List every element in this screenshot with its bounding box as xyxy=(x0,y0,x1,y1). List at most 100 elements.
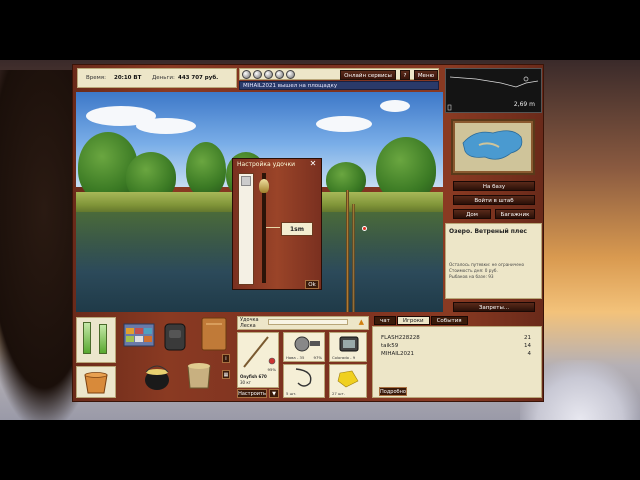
location-line: Осталось путевки: не ограничено xyxy=(449,262,525,267)
time-label: Время: xyxy=(86,75,106,81)
depth-value: 1sm xyxy=(281,222,313,236)
scrollbar-thumb[interactable] xyxy=(241,176,251,186)
list-item[interactable]: FLASH228228 21 xyxy=(381,335,531,341)
letterbox-bottom xyxy=(0,420,640,480)
configure-dropdown-arrow[interactable]: ▼ xyxy=(269,389,279,398)
time-value: 20:10 ВТ xyxy=(114,75,142,81)
configure-button[interactable]: Настроить xyxy=(237,389,267,398)
bait-bag-icon[interactable] xyxy=(182,358,216,392)
player-count: 4 xyxy=(527,351,532,357)
status-dot-icon[interactable] xyxy=(253,70,262,79)
details-button[interactable]: Подробно xyxy=(379,387,407,396)
corn-bait-icon xyxy=(337,370,359,388)
right-column: 2,69 m На базу Войти в штаб Дом Багажник… xyxy=(445,68,542,312)
hook-count: 5 шт. xyxy=(286,391,297,396)
game-window: Время: 20:10 ВТ Деньги: 443 707 руб. Онл… xyxy=(72,64,544,402)
tackle-box-icon[interactable] xyxy=(122,320,156,350)
online-services-button[interactable]: Онлайн сервисы xyxy=(340,70,396,80)
hook-icon xyxy=(295,368,312,387)
status-dot-icon[interactable] xyxy=(286,70,295,79)
top-toolbar: Онлайн сервисы ? Меню xyxy=(239,68,439,80)
warning-icon: ▲ xyxy=(358,318,364,326)
status-dots xyxy=(242,70,295,79)
cloud xyxy=(380,100,410,112)
keepnet-pot-icon[interactable] xyxy=(140,358,174,392)
bobber-icon xyxy=(362,226,367,231)
lake-map[interactable] xyxy=(451,119,535,175)
line-name: Colorado - 9 xyxy=(332,355,356,360)
fishing-rod-icon xyxy=(352,204,355,312)
reel-name: Нова - 35 xyxy=(286,355,305,360)
reel-slot[interactable]: Нова - 35 97% xyxy=(283,332,325,362)
location-title: Озеро. Ветреный плес xyxy=(449,228,527,235)
chat-tabs: чат Игроки События xyxy=(374,316,468,325)
bans-button[interactable]: Запреты... xyxy=(453,302,535,312)
player-name: taik59 xyxy=(381,343,399,349)
fishing-scene[interactable]: Настройка удочки ✕ 1sm Ok xyxy=(76,92,443,312)
hook-slot[interactable]: 5 шт. xyxy=(283,364,325,398)
dialog-list[interactable] xyxy=(238,173,254,285)
help-button[interactable]: ? xyxy=(400,70,410,80)
status-meters xyxy=(76,317,116,363)
location-line: Стоимость дня: 0 руб. xyxy=(449,268,498,273)
line-spool-icon xyxy=(339,336,359,352)
list-item[interactable]: MIHAIL2021 4 xyxy=(381,351,531,357)
screen: Время: 20:10 ВТ Деньги: 443 707 руб. Онл… xyxy=(0,0,640,480)
tab-events[interactable]: События xyxy=(430,316,468,325)
reel-icon xyxy=(294,336,320,352)
health-meter xyxy=(99,324,107,354)
player-count: 14 xyxy=(524,343,531,349)
ok-button[interactable]: Ok xyxy=(305,280,319,289)
money-label: Деньги: xyxy=(152,75,175,81)
status-message: MIHAIL2021 вышел на площадку xyxy=(239,81,439,90)
reel-pct: 97% xyxy=(313,355,322,360)
rod-sub-label: Леска xyxy=(240,323,256,329)
rod-slot[interactable]: 95% Onyfish 670 30 кг xyxy=(237,332,279,388)
weight-meter xyxy=(83,322,91,354)
bucket-slot[interactable] xyxy=(76,366,116,398)
depth-marker xyxy=(266,227,280,228)
book-icon[interactable] xyxy=(198,316,230,352)
float-icon[interactable] xyxy=(259,179,269,193)
inventory: i ▦ xyxy=(120,314,235,398)
status-dot-icon[interactable] xyxy=(264,70,273,79)
rod-weight: 30 кг xyxy=(240,380,251,385)
status-dot-icon[interactable] xyxy=(275,70,284,79)
close-icon[interactable]: ✕ xyxy=(309,160,317,168)
players-list: FLASH228228 21 taik59 14 MIHAIL2021 4 По… xyxy=(372,326,542,398)
bait-count: 27 шт. xyxy=(332,391,345,396)
bottom-hud: i ▦ Удочка Леска ▲ 95% Onyfish 670 30 кг… xyxy=(76,314,542,400)
menu-button[interactable]: Меню xyxy=(414,70,438,80)
list-item[interactable]: taik59 14 xyxy=(381,343,531,349)
rod-name: Onyfish 670 xyxy=(240,374,267,379)
location-line: Рыбаков на базе: 93 xyxy=(449,274,494,279)
player-count: 21 xyxy=(524,335,531,341)
players-panel: чат Игроки События FLASH228228 21 taik59… xyxy=(372,316,542,398)
home-button[interactable]: Дом xyxy=(453,209,491,219)
player-name: MIHAIL2021 xyxy=(381,351,414,357)
tab-chat[interactable]: чат xyxy=(374,316,396,325)
depth-readout: 2,69 m xyxy=(513,101,535,108)
depth-sonar-panel: 2,69 m xyxy=(445,68,542,113)
rod-pct: 95% xyxy=(267,367,276,372)
tackle-header: Удочка Леска ▲ xyxy=(237,316,369,330)
tension-bar xyxy=(268,319,348,325)
line-slot[interactable]: Colorado - 9 xyxy=(329,332,367,362)
time-money-panel: Время: 20:10 ВТ Деньги: 443 707 руб. xyxy=(77,68,237,88)
status-dot-icon[interactable] xyxy=(242,70,251,79)
luggage-button[interactable]: Багажник xyxy=(495,209,535,219)
info-button[interactable]: i xyxy=(222,354,230,363)
rod-setup-dialog: Настройка удочки ✕ 1sm Ok xyxy=(232,158,322,290)
dialog-title: Настройка удочки xyxy=(237,161,296,168)
fishing-rod-icon xyxy=(346,190,349,312)
to-hq-button[interactable]: Войти в штаб xyxy=(453,195,535,205)
bag-button[interactable]: ▦ xyxy=(222,370,230,379)
to-base-button[interactable]: На базу xyxy=(453,181,535,191)
map-icon xyxy=(462,130,523,160)
money-value: 443 707 руб. xyxy=(178,75,219,81)
backpack-icon[interactable] xyxy=(162,320,188,352)
tab-players[interactable]: Игроки xyxy=(396,316,430,325)
bait-slot[interactable]: 27 шт. xyxy=(329,364,367,398)
player-name: FLASH228228 xyxy=(381,335,420,341)
letterbox-top xyxy=(0,0,640,60)
